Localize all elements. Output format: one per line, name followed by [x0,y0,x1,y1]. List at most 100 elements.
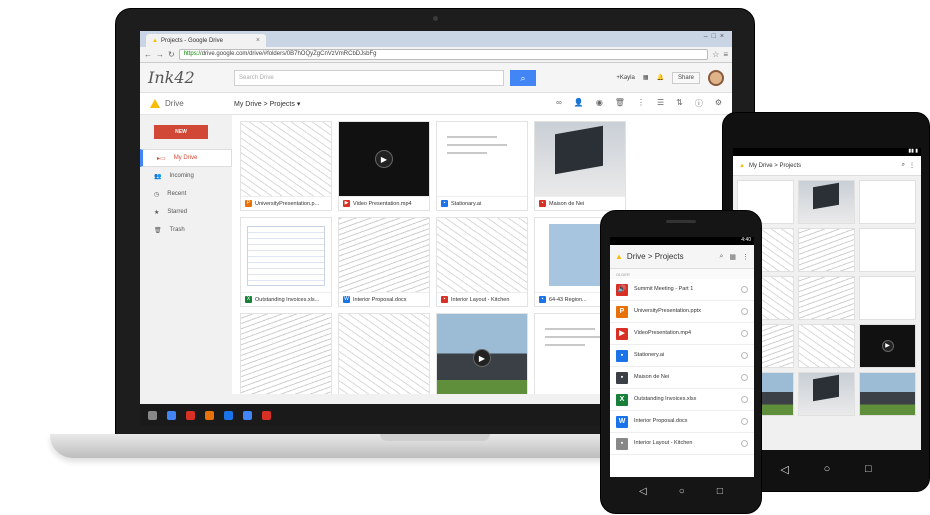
info-icon[interactable] [741,396,748,403]
file-card[interactable] [338,313,430,394]
taskbar-app-icon[interactable] [243,410,252,420]
back-icon[interactable]: ◁ [639,486,647,497]
house-photo [813,182,839,210]
reload-icon[interactable]: ↻ [168,50,175,59]
play-icon[interactable]: ▶ [881,340,894,352]
file-card[interactable]: ▶ ▶ Video Presentation.mp4 [338,121,430,211]
info-icon[interactable] [741,374,748,381]
taskbar-app-icon[interactable] [167,410,176,420]
sidebar-item-recent[interactable]: ◷ Recent [140,185,232,203]
address-bar[interactable]: https://drive.google.com/drive/#folders/… [178,49,709,60]
list-item[interactable]: ▪ Interior Layout - Kitchen [610,433,754,455]
grid-view-icon[interactable]: ▦ [729,253,736,261]
search-button[interactable]: ⌕ [510,69,536,86]
taskbar-app-icon[interactable] [224,410,233,420]
tablet-file-card[interactable]: ▶ [859,324,916,368]
taskbar-app-icon[interactable] [186,410,195,420]
tablet-file-card[interactable] [798,372,855,416]
home-icon[interactable]: ○ [679,486,685,497]
taskbar-app-icon[interactable] [262,410,271,420]
logo[interactable]: Ink42 [148,68,228,87]
recents-icon[interactable]: □ [865,463,872,475]
link-icon[interactable]: ∞ [556,98,562,109]
info-icon[interactable]: ⓘ [695,98,703,109]
launcher-icon[interactable] [148,410,157,420]
list-item[interactable]: ▪ Stationery.ai [610,345,754,367]
tablet-file-card[interactable] [859,276,916,320]
play-icon[interactable]: ▶ [473,349,491,367]
list-item[interactable]: W Interior Proposal.docx [610,411,754,433]
notifications-icon[interactable]: 🔔 [657,74,664,81]
tablet-file-card[interactable] [798,276,855,320]
breadcrumb[interactable]: My Drive > Projects ▾ [234,100,300,108]
sidebar-item-incoming[interactable]: 👥 Incoming [140,167,232,185]
sidebar-item-trash[interactable]: 🗑 Trash [140,221,232,239]
share-button[interactable]: Share [671,71,700,84]
home-icon[interactable]: ○ [824,463,831,475]
list-item[interactable]: 🔊 Summit Meeting - Part 1 [610,279,754,301]
back-icon[interactable]: ← [144,50,152,59]
settings-gear-icon[interactable]: ⚙ [715,98,722,109]
file-type-icon: W [616,415,628,428]
tablet-breadcrumb[interactable]: My Drive > Projects [749,163,801,169]
new-button[interactable]: NEW [154,125,208,139]
sidebar-item-starred[interactable]: ★ Starred [140,203,232,221]
list-item[interactable]: X Outstanding Invoices.xlsx [610,389,754,411]
forward-icon[interactable]: → [156,50,164,59]
file-card[interactable]: ▪ Interior Layout - Kitchen [436,217,528,307]
file-card[interactable]: ▪ Maison de Nei [534,121,626,211]
file-card[interactable]: X Outstanding Invoices.xls... [240,217,332,307]
more-vert-icon[interactable]: ⋮ [742,253,749,261]
file-type-icon: ▪ [539,296,546,303]
more-vert-icon[interactable]: ⋮ [909,162,915,169]
preview-eye-icon[interactable]: ◉ [596,98,603,109]
sidebar-item-my-drive[interactable]: ▸▭ My Drive [140,149,232,167]
info-icon[interactable] [741,308,748,315]
file-name: VideoPresentation.mp4 [634,330,692,336]
info-icon[interactable] [741,286,748,293]
file-name: UniversityPresentation.pptx [634,308,701,314]
taskbar-app-icon[interactable] [205,410,214,420]
list-item[interactable]: P UniversityPresentation.pptx [610,301,754,323]
info-icon[interactable] [741,440,748,447]
list-item[interactable]: ▪ Maison de Nei [610,367,754,389]
list-item[interactable]: ▶ VideoPresentation.mp4 [610,323,754,345]
file-name: Outstanding Invoices.xlsx [634,396,697,402]
file-card[interactable]: W Interior Proposal.docx [338,217,430,307]
window-controls[interactable]: –□× [704,33,728,40]
list-view-icon[interactable]: ☰ [657,98,664,109]
search-icon[interactable]: ⌕ [902,162,905,169]
tablet-file-card[interactable] [859,228,916,272]
search-icon[interactable]: ⌕ [719,253,723,261]
bookmark-star-icon[interactable]: ☆ [712,50,719,59]
sort-icon[interactable]: ⇅ [676,98,683,109]
file-card[interactable]: ▪ Stationary.ai [436,121,528,211]
browser-tab[interactable]: ▲ Projects - Google Drive × [146,34,266,47]
file-card[interactable]: P UniversityPresentation.p... [240,121,332,211]
info-icon[interactable] [741,418,748,425]
tablet-file-card[interactable] [859,180,916,224]
delete-icon[interactable]: 🗑 [615,98,625,109]
laptop-notch [380,434,490,441]
tablet-file-card[interactable] [859,372,916,416]
menu-icon[interactable]: ≡ [723,50,728,59]
close-tab-icon[interactable]: × [256,37,260,44]
add-person-icon[interactable]: 👤 [574,98,584,109]
more-vert-icon[interactable]: ⋮ [637,98,645,109]
file-type-icon: ▪ [616,349,628,362]
tablet-file-card[interactable] [798,228,855,272]
recents-icon[interactable]: □ [717,486,723,497]
phone-title[interactable]: Drive > Projects [627,252,684,261]
file-card[interactable] [240,313,332,394]
tablet-file-card[interactable] [798,180,855,224]
back-icon[interactable]: ◁ [780,463,788,476]
search-input[interactable]: Search Drive [234,69,504,86]
apps-grid-icon[interactable]: ▦ [643,74,649,81]
info-icon[interactable] [741,330,748,337]
file-card[interactable]: ▶ [436,313,528,394]
avatar[interactable] [708,69,724,86]
play-icon[interactable]: ▶ [375,150,393,168]
info-icon[interactable] [741,352,748,359]
user-name[interactable]: +Kayla [616,75,635,81]
tablet-file-card[interactable] [798,324,855,368]
